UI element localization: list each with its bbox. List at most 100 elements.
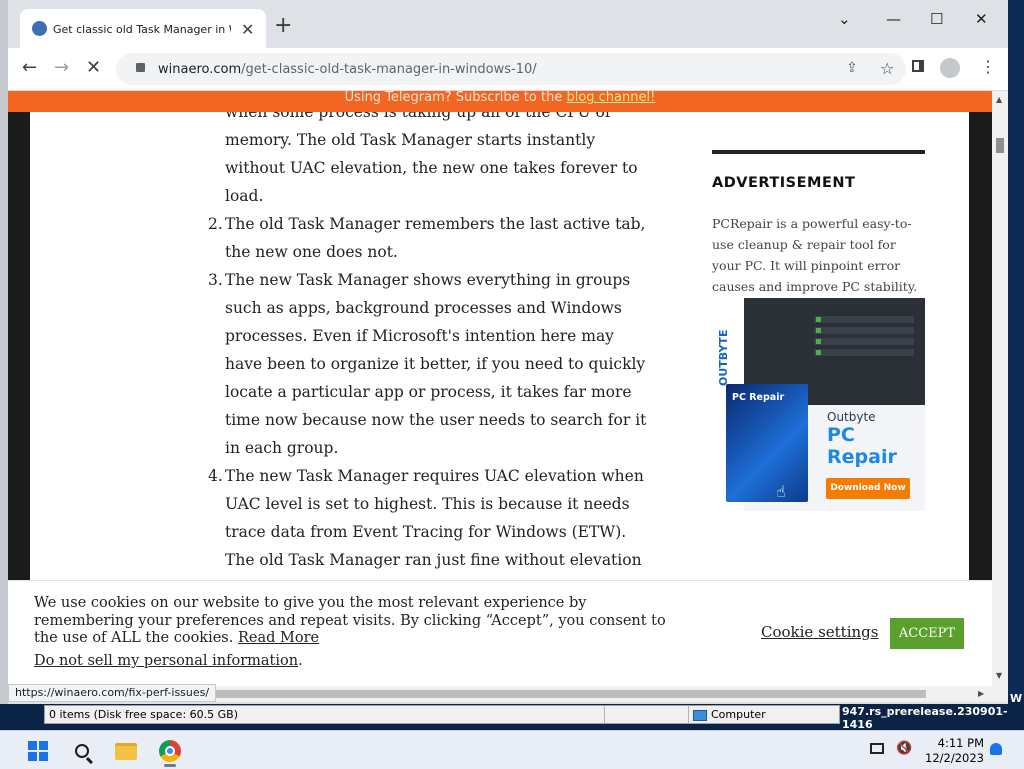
pc-repair-ad[interactable]: OUTBYTE PC Repair Outbyte PC Repair Down… — [712, 298, 925, 511]
sidebar: ADVERTISEMENT PCRepair is a powerful eas… — [712, 150, 925, 511]
cookie-message: We use cookies on our website to give yo… — [34, 595, 666, 646]
list-number: 2. — [208, 215, 223, 233]
list-line: in each group. — [225, 439, 339, 457]
list-line: The old Task Manager remembers the last … — [225, 215, 646, 233]
chrome-taskbar-button[interactable] — [154, 735, 186, 767]
ad-headline-pc: PC — [827, 424, 855, 446]
explorer-location: Computer — [689, 706, 839, 723]
ad-headline-repair: Repair — [827, 446, 897, 468]
address-bar[interactable]: winaero.com/get-classic-old-task-manager… — [116, 53, 906, 85]
chrome-icon — [159, 740, 181, 762]
intro-line: memory. The old Task Manager starts inst… — [225, 131, 596, 149]
tab-title: Get classic old Task Manager in Windows … — [53, 23, 231, 36]
explorer-status-bar: 0 items (Disk free space: 60.5 GB) Compu… — [44, 705, 840, 724]
list-line: UAC level is set to highest. This is bec… — [225, 495, 630, 513]
tab-strip: Get classic old Task Manager in Windows … — [8, 0, 1008, 48]
list-line: time now because now the user needs to s… — [225, 411, 647, 429]
ad-headline: Outbyte PC Repair — [827, 410, 897, 468]
share-icon[interactable]: ⇪ — [846, 60, 858, 76]
vertical-scrollbar[interactable]: ▲ ▼ — [992, 91, 1008, 688]
loading-icon[interactable]: ✕ — [86, 57, 101, 78]
notice-link[interactable]: blog channel! — [566, 91, 655, 105]
list-item: 2. The old Task Manager remembers the la… — [208, 210, 665, 266]
list-line: the new one does not. — [225, 243, 398, 261]
ad-check-row — [814, 316, 914, 323]
scroll-right-icon[interactable]: ▶ — [978, 689, 984, 698]
sidebar-title: ADVERTISEMENT — [712, 175, 856, 191]
search-icon — [75, 744, 93, 764]
system-clock[interactable]: 4:11 PM 12/2/2023 — [925, 736, 984, 766]
horizontal-scroll-thumb[interactable] — [198, 690, 926, 698]
clock-date: 12/2/2023 — [925, 751, 984, 765]
maximize-icon[interactable]: ☐ — [930, 10, 943, 28]
list-line: trace data from Event Tracing for Window… — [225, 523, 627, 541]
side-panel-icon[interactable] — [912, 60, 924, 72]
bookmark-star-icon[interactable]: ☆ — [880, 59, 894, 78]
start-button[interactable] — [22, 735, 54, 767]
list-number: 3. — [208, 271, 223, 289]
forward-icon[interactable]: → — [54, 57, 69, 78]
ad-download-button[interactable]: Download Now — [826, 478, 910, 499]
browser-toolbar: ← → ✕ winaero.com/get-classic-old-task-m… — [8, 48, 1008, 91]
notification-bell-icon[interactable] — [990, 743, 1002, 755]
explorer-item-count: 0 items (Disk free space: 60.5 GB) — [45, 706, 605, 723]
explorer-status-cell — [605, 706, 689, 723]
menu-kebab-icon[interactable]: ⋮ — [980, 57, 996, 76]
explorer-location-label: Computer — [711, 708, 766, 721]
list-line: such as apps, background processes and W… — [225, 299, 622, 317]
close-window-icon[interactable]: ✕ — [975, 10, 988, 28]
search-button[interactable] — [66, 735, 98, 767]
sidebar-divider — [712, 150, 925, 154]
do-not-sell-line: Do not sell my personal information. — [34, 653, 303, 669]
clock-time: 4:11 PM — [937, 736, 984, 750]
list-line: locate a particular app or process, it t… — [225, 383, 632, 401]
intro-line: without UAC elevation, the new one takes… — [225, 159, 638, 177]
scroll-down-icon[interactable]: ▼ — [996, 671, 1002, 680]
volume-muted-icon[interactable]: 🔇 — [896, 741, 912, 756]
computer-icon — [693, 709, 707, 721]
list-line: The old Task Manager ran just fine witho… — [225, 551, 642, 569]
file-explorer-button[interactable] — [110, 735, 142, 767]
folder-icon — [115, 742, 137, 760]
ad-check-row — [814, 327, 914, 334]
article-body: when some process is taking up all of th… — [208, 98, 665, 574]
list-line: have been to organize it better, if you … — [225, 355, 646, 373]
new-tab-icon[interactable]: + — [274, 15, 292, 37]
cookie-banner: We use cookies on our website to give yo… — [8, 580, 992, 688]
list-item: 3. The new Task Manager shows everything… — [208, 266, 665, 462]
read-more-link[interactable]: Read More — [238, 630, 319, 646]
ad-check-row — [814, 338, 914, 345]
back-icon[interactable]: ← — [22, 57, 37, 78]
build-watermark: 947.rs_prerelease.230901-1416 — [842, 705, 1008, 731]
ad-headline-brand: Outbyte — [827, 410, 876, 424]
accept-button[interactable]: ACCEPT — [890, 618, 964, 649]
network-icon[interactable] — [870, 743, 884, 754]
cookie-text: We use cookies on our website to give yo… — [34, 595, 684, 648]
do-not-sell-link[interactable]: Do not sell my personal information — [34, 653, 298, 669]
list-line: The new Task Manager shows everything in… — [225, 271, 631, 289]
site-favicon-icon — [32, 21, 47, 36]
link-hover-status: https://winaero.com/fix-perf-issues/ — [8, 684, 217, 702]
minimize-icon[interactable]: — — [886, 10, 901, 28]
vertical-scroll-thumb[interactable] — [996, 138, 1004, 153]
lock-icon[interactable] — [136, 63, 145, 72]
url-path: /get-classic-old-task-manager-in-windows… — [241, 62, 537, 77]
intro-line: load. — [225, 187, 264, 205]
url-text[interactable]: winaero.com/get-classic-old-task-manager… — [158, 62, 537, 77]
desktop-watermark-fragment: W — [1010, 692, 1023, 705]
list-line: The new Task Manager requires UAC elevat… — [225, 467, 644, 485]
chrome-window: Get classic old Task Manager in Windows … — [0, 0, 1008, 704]
profile-avatar-icon[interactable] — [940, 58, 960, 78]
ad-box-title: PC Repair — [732, 392, 785, 403]
ad-checklist — [814, 316, 914, 360]
tab-search-icon[interactable]: ⌄ — [838, 10, 851, 28]
windows-logo-icon — [28, 741, 48, 761]
list-item: 4. The new Task Manager requires UAC ele… — [208, 462, 665, 574]
page-viewport: when some process is taking up all of th… — [8, 91, 992, 688]
browser-tab-active[interactable]: Get classic old Task Manager in Windows … — [20, 9, 266, 48]
sidebar-ad-description: PCRepair is a powerful easy-to-use clean… — [712, 216, 918, 294]
scroll-up-icon[interactable]: ▲ — [996, 95, 1002, 104]
tab-close-icon[interactable]: ✕ — [241, 20, 254, 39]
cookie-settings-link[interactable]: Cookie settings — [761, 623, 878, 641]
ad-brand-logo: OUTBYTE — [717, 329, 730, 386]
